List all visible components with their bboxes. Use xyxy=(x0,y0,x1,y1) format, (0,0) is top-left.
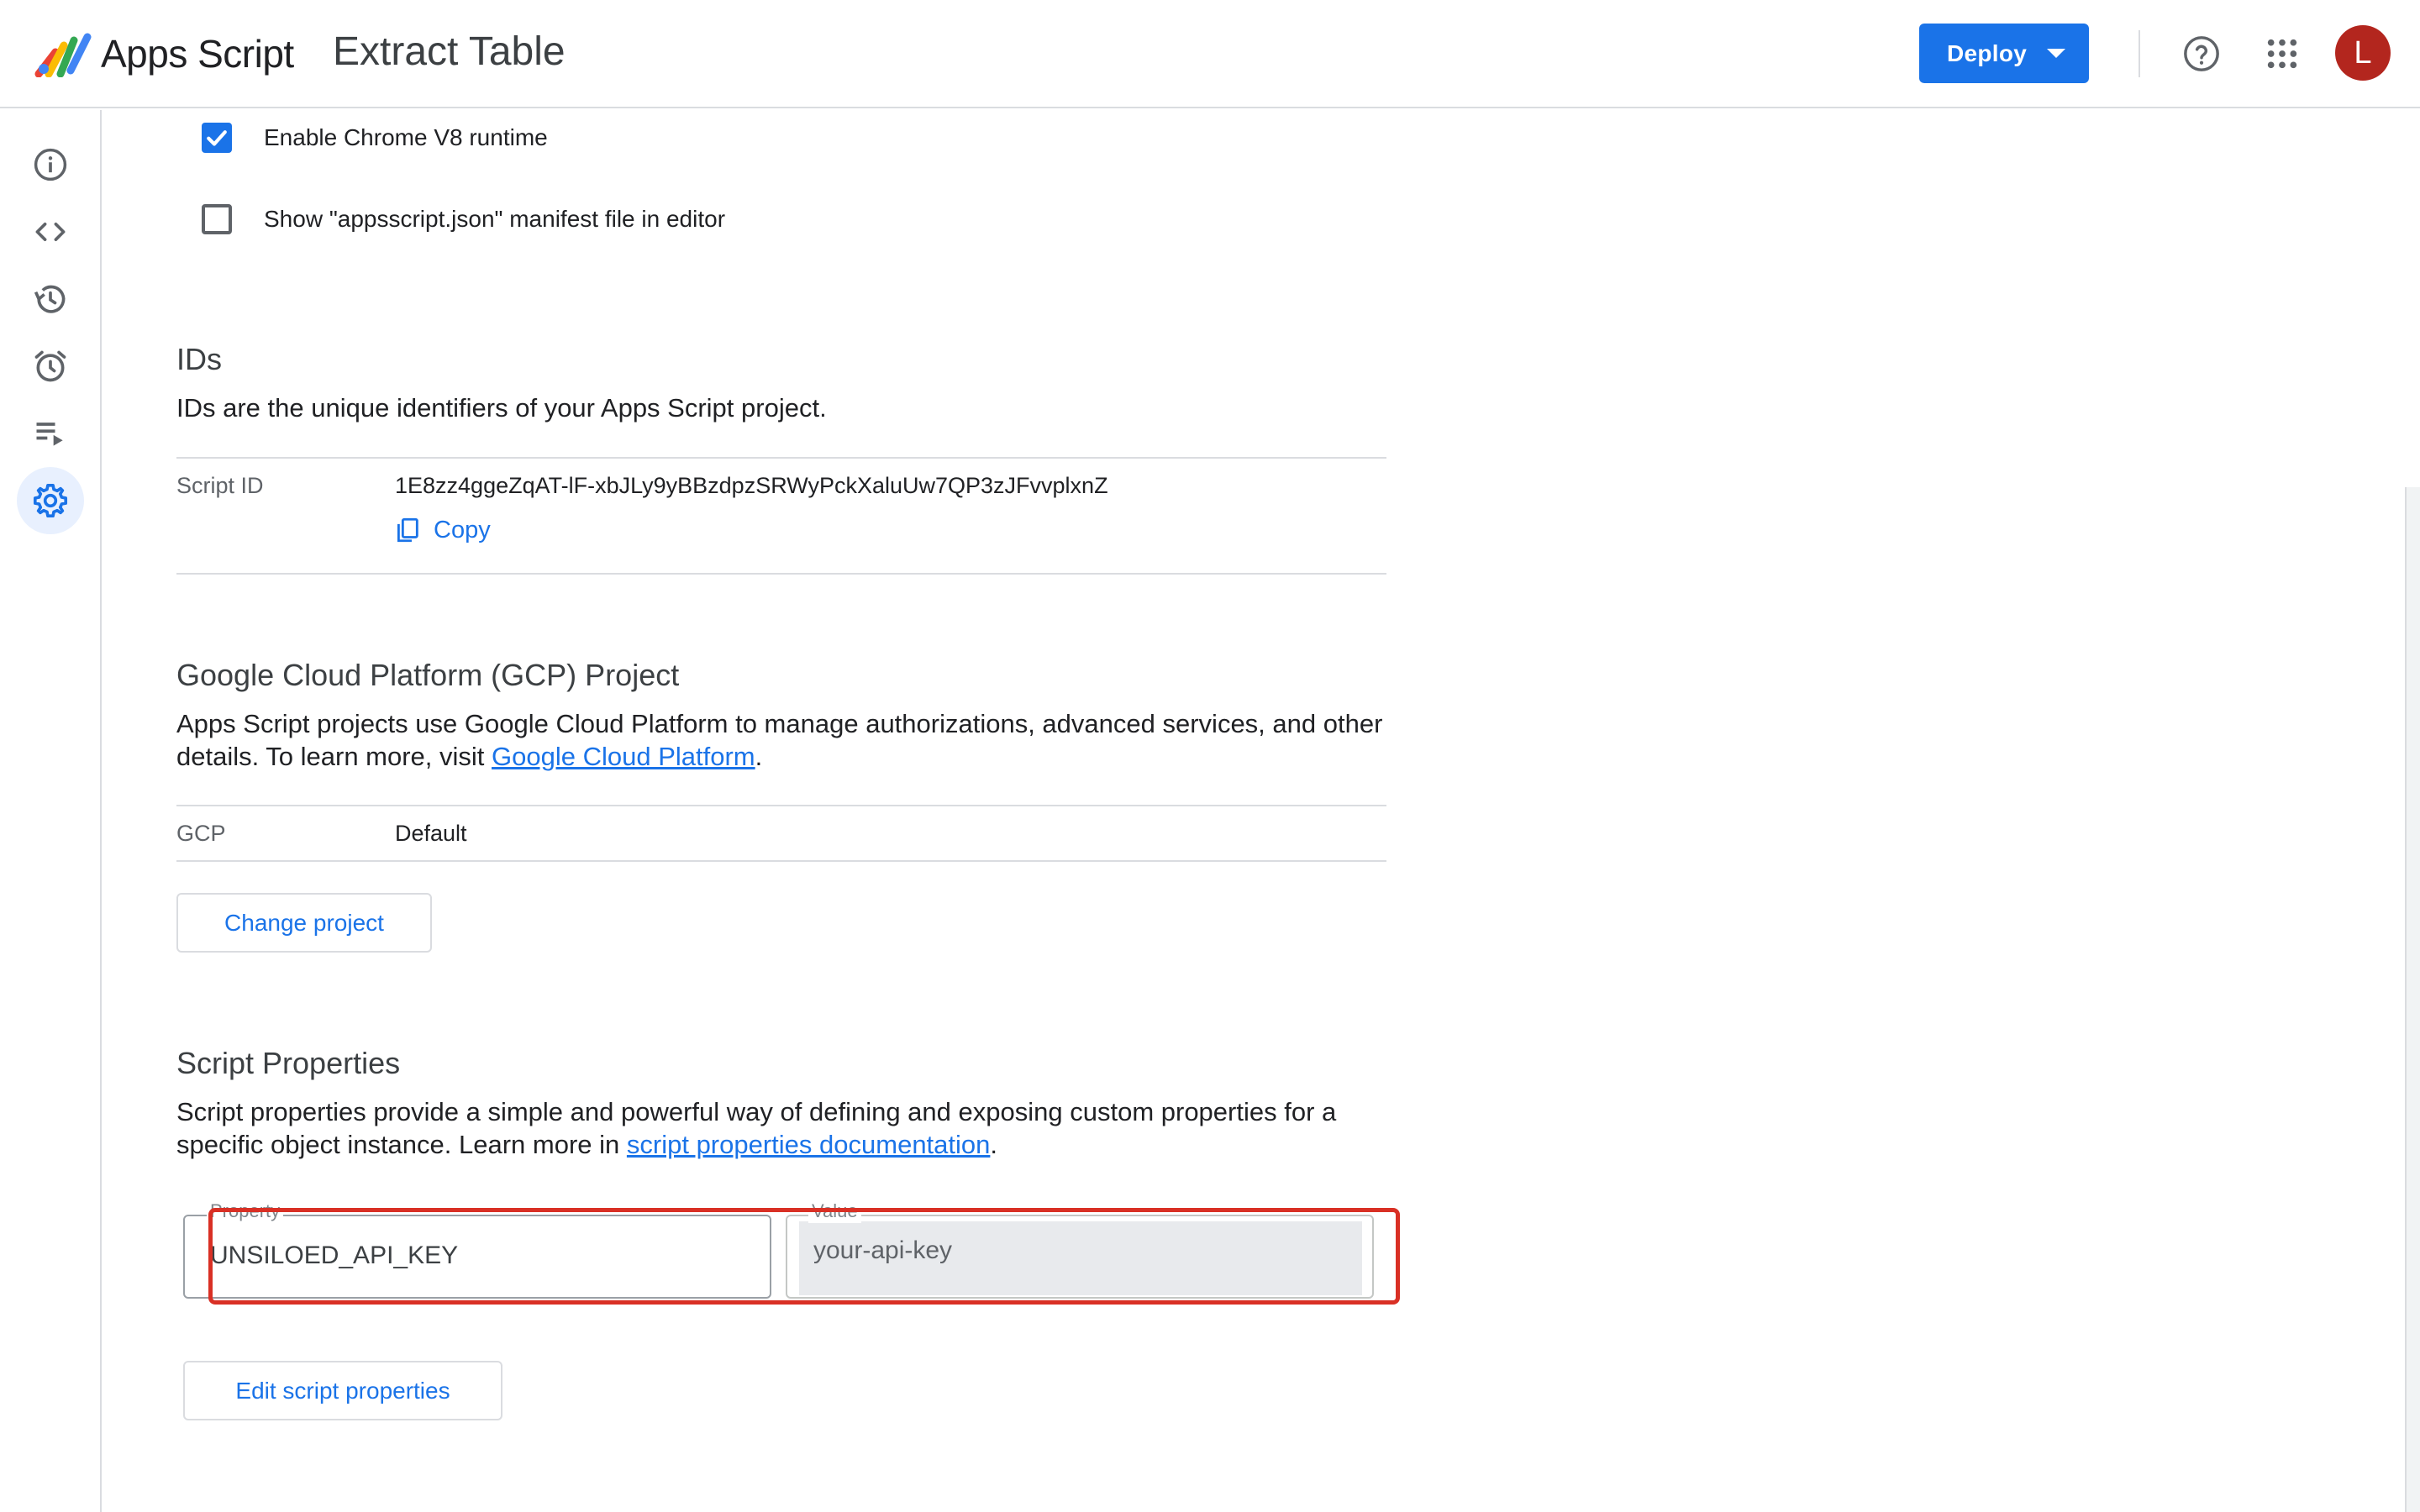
script-properties-description-end: . xyxy=(990,1130,998,1159)
show-manifest-checkbox[interactable] xyxy=(202,204,232,234)
copy-label: Copy xyxy=(434,516,491,543)
script-properties-description: Script properties provide a simple and p… xyxy=(176,1095,1395,1161)
ids-description: IDs are the unique identifiers of your A… xyxy=(176,393,827,423)
enable-v8-label: Enable Chrome V8 runtime xyxy=(264,124,548,150)
property-input-value[interactable]: UNSILOED_API_KEY xyxy=(210,1239,458,1273)
value-field-label: Value xyxy=(808,1200,861,1223)
script-id-value: 1E8zz4ggeZqAT-lF-xbJLy9yBBzdpzSRWyPckXal… xyxy=(395,473,1108,498)
property-field-label: Property xyxy=(207,1200,284,1223)
gcp-label: GCP xyxy=(176,821,226,846)
script-properties-heading: Script Properties xyxy=(176,1046,401,1080)
gcp-description-end: . xyxy=(755,742,763,771)
script-id-label: Script ID xyxy=(176,473,264,498)
gcp-heading: Google Cloud Platform (GCP) Project xyxy=(176,658,680,692)
script-properties-link[interactable]: script properties documentation xyxy=(627,1130,991,1159)
gcp-value: Default xyxy=(395,821,467,846)
divider xyxy=(176,805,1386,806)
copy-button[interactable]: Copy xyxy=(393,514,491,546)
gcp-description-text: Apps Script projects use Google Cloud Pl… xyxy=(176,709,1383,771)
copy-icon xyxy=(397,517,418,543)
divider xyxy=(176,573,1386,575)
edit-script-properties-button[interactable]: Edit script properties xyxy=(183,1361,502,1420)
check-icon xyxy=(207,130,227,146)
show-manifest-label: Show "appsscript.json" manifest file in … xyxy=(264,206,726,232)
settings-page: Enable Chrome V8 runtime Show "appsscrip… xyxy=(0,0,2420,1512)
gcp-description: Apps Script projects use Google Cloud Pl… xyxy=(176,707,1395,773)
change-project-button[interactable]: Change project xyxy=(176,893,432,953)
value-input-value[interactable]: your-api-key xyxy=(813,1234,952,1268)
divider xyxy=(176,860,1386,862)
scrollbar[interactable] xyxy=(2405,487,2420,1512)
divider xyxy=(176,457,1386,459)
ids-heading: IDs xyxy=(176,342,222,376)
gcp-link[interactable]: Google Cloud Platform xyxy=(492,742,755,771)
enable-v8-checkbox[interactable] xyxy=(202,123,232,153)
